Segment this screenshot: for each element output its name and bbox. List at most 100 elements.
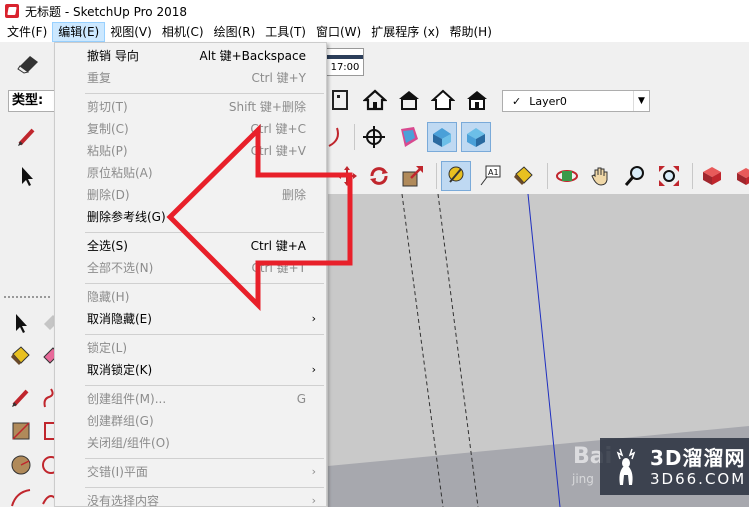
zoom-extents-button[interactable]: [654, 161, 684, 191]
menu-item-shortcut: Shift 键+删除: [228, 100, 306, 114]
top-view-button[interactable]: [393, 122, 423, 152]
select-button[interactable]: [12, 161, 42, 191]
left-arc-button[interactable]: [6, 482, 36, 507]
scale-button[interactable]: [398, 161, 428, 191]
left-circle-button[interactable]: [6, 450, 36, 480]
menu-item-select-none[interactable]: 全部不选(N) Ctrl 键+T: [55, 257, 326, 279]
menu-draw[interactable]: 绘图(R): [209, 22, 261, 42]
eraser-icon: [17, 56, 38, 74]
rotate-button[interactable]: [364, 161, 394, 191]
extension-button[interactable]: [731, 161, 749, 191]
chevron-right-icon: ›: [311, 312, 316, 325]
menu-item-shortcut: Ctrl 键+V: [250, 144, 306, 158]
magnifier-icon: [624, 166, 644, 186]
edit-menu-dropdown: 撤销 导向 Alt 键+Backspace 重复 Ctrl 键+Y 剪切(T) …: [54, 42, 327, 507]
tape-measure-button[interactable]: [441, 161, 471, 191]
menu-separator: [85, 232, 324, 233]
home-outline-button[interactable]: [428, 85, 458, 115]
menu-item-intersect-faces[interactable]: 交错(I)平面 ›: [55, 461, 326, 483]
deer-logo-icon: [616, 448, 636, 485]
menu-item-make-component[interactable]: 创建组件(M)... G: [55, 388, 326, 410]
menu-item-close-group[interactable]: 关闭组/组件(O): [55, 432, 326, 454]
eraser-button[interactable]: [14, 48, 44, 78]
tape-measure-icon: [448, 166, 464, 183]
menu-help[interactable]: 帮助(H): [444, 22, 496, 42]
cursor-arrow-icon: [16, 314, 27, 333]
menu-item-cut[interactable]: 剪切(T) Shift 键+删除: [55, 96, 326, 118]
layer-name: Layer0: [529, 94, 567, 108]
toolbar-separator: [354, 124, 355, 150]
text-button[interactable]: A1: [475, 161, 505, 191]
warehouse-3d-button[interactable]: [697, 161, 727, 191]
menu-camera[interactable]: 相机(C): [157, 22, 209, 42]
menu-item-label: 创建组件(M)...: [87, 392, 167, 406]
iso-view-button[interactable]: [359, 122, 389, 152]
menu-item-select-all[interactable]: 全选(S) Ctrl 键+A: [55, 235, 326, 257]
toolbar-warehouse: [326, 83, 496, 117]
warehouse-button[interactable]: [360, 85, 390, 115]
menu-item-hide[interactable]: 隐藏(H): [55, 286, 326, 308]
share-model-button[interactable]: [394, 85, 424, 115]
house-outline-icon: [431, 89, 455, 110]
menu-separator: [85, 487, 324, 488]
arc-button[interactable]: [326, 122, 346, 152]
menu-tools[interactable]: 工具(T): [260, 22, 311, 42]
menu-item-undo[interactable]: 撤销 导向 Alt 键+Backspace: [55, 45, 326, 67]
chevron-right-icon: ›: [311, 465, 316, 478]
menu-extensions[interactable]: 扩展程序 (x): [366, 22, 444, 42]
scale-icon: [402, 166, 423, 187]
pencil-icon: [12, 389, 29, 407]
move-button[interactable]: [334, 161, 360, 191]
pencil-icon: [18, 128, 35, 146]
toolbar-separator: [547, 163, 548, 189]
menu-file[interactable]: 文件(F): [2, 22, 52, 42]
left-paint-button[interactable]: [6, 341, 36, 371]
menu-item-shortcut: Ctrl 键+C: [250, 122, 306, 136]
menu-edit[interactable]: 编辑(E): [52, 22, 106, 42]
toolbar-row-1: [14, 46, 48, 80]
menu-item-label: 取消隐藏(E): [87, 312, 152, 326]
extension-warehouse-button[interactable]: [462, 85, 492, 115]
arc-icon: [11, 489, 31, 507]
menu-item-unhide[interactable]: 取消隐藏(E) ›: [55, 308, 326, 330]
building-icon: [332, 90, 348, 110]
left-rectangle-button[interactable]: [6, 416, 36, 446]
menu-item-make-group[interactable]: 创建群组(G): [55, 410, 326, 432]
zoom-button[interactable]: [620, 161, 650, 191]
menu-item-paste[interactable]: 粘贴(P) Ctrl 键+V: [55, 140, 326, 162]
front-view-button[interactable]: [427, 122, 457, 152]
toolbar-separator: [692, 163, 693, 189]
menu-window[interactable]: 窗口(W): [311, 22, 366, 42]
shadow-time-widget[interactable]: 17:00: [326, 48, 364, 76]
orbit-button[interactable]: [552, 161, 582, 191]
left-pencil-button[interactable]: [6, 383, 36, 413]
chevron-down-icon[interactable]: ▼: [633, 91, 649, 111]
layer-dropdown[interactable]: ✓ Layer0 ▼: [502, 90, 650, 112]
menu-item-unlock[interactable]: 取消锁定(K) ›: [55, 359, 326, 381]
menu-item-no-selection[interactable]: 没有选择内容 ›: [55, 490, 326, 507]
pencil-button[interactable]: [12, 122, 42, 152]
left-select-button[interactable]: [6, 308, 36, 338]
menu-view[interactable]: 视图(V): [105, 22, 157, 42]
pan-button[interactable]: [586, 161, 616, 191]
zoom-extents-icon: [659, 166, 679, 186]
title-bar: 无标题 - SketchUp Pro 2018: [0, 0, 749, 22]
paint-bucket-button[interactable]: [509, 161, 539, 191]
menu-item-paste-in-place[interactable]: 原位粘贴(A): [55, 162, 326, 184]
menu-item-label: 交错(I)平面: [87, 465, 148, 479]
component-button[interactable]: [326, 85, 356, 115]
menu-item-delete-guides[interactable]: 删除参考线(G): [55, 206, 326, 228]
watermark-text: 3D溜溜网 3D66.COM: [650, 446, 746, 488]
menu-item-shortcut: G: [296, 392, 306, 406]
menu-item-delete[interactable]: 删除(D) 删除: [55, 184, 326, 206]
right-view-button[interactable]: [461, 122, 491, 152]
menu-item-redo[interactable]: 重复 Ctrl 键+Y: [55, 67, 326, 89]
check-icon: ✓: [512, 94, 522, 108]
rotate-icon: [370, 167, 388, 185]
menu-item-copy[interactable]: 复制(C) Ctrl 键+C: [55, 118, 326, 140]
type-field: 类型:: [8, 90, 56, 112]
red-package-icon: [737, 168, 749, 185]
menu-item-lock[interactable]: 锁定(L): [55, 337, 326, 359]
menu-bar: 文件(F) 编辑(E) 视图(V) 相机(C) 绘图(R) 工具(T) 窗口(W…: [0, 22, 749, 42]
hand-icon: [591, 167, 608, 186]
